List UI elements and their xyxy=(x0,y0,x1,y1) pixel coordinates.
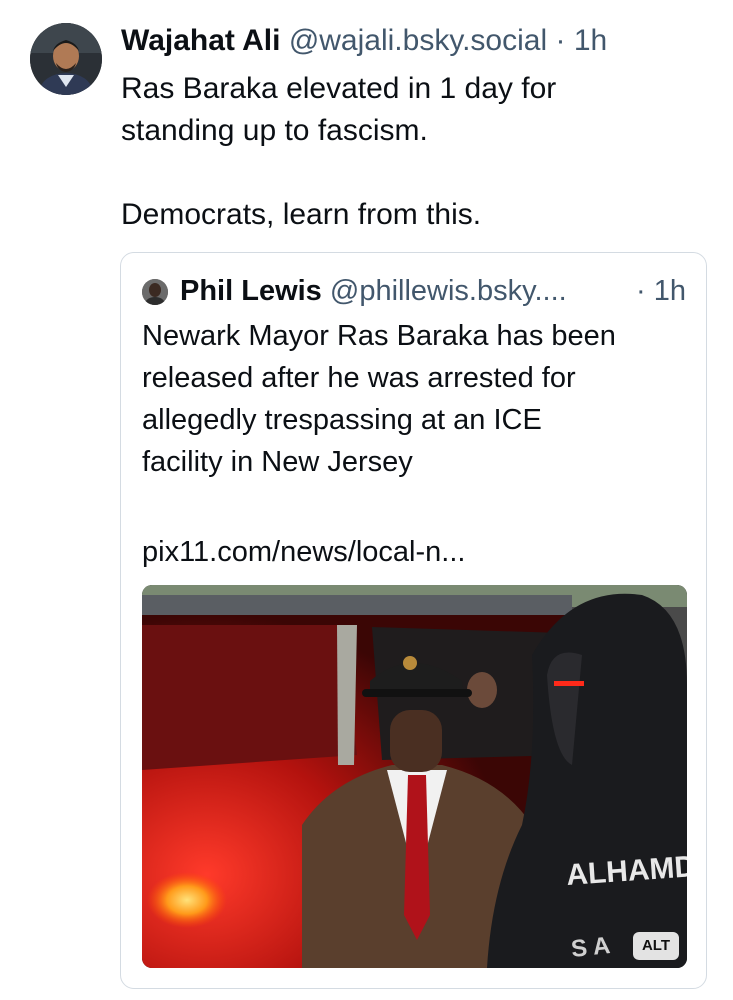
avatar-photo xyxy=(30,23,102,95)
separator-dot: · xyxy=(555,24,566,57)
author-avatar[interactable] xyxy=(30,23,102,95)
author-handle[interactable]: @wajali.bsky.social xyxy=(289,24,547,57)
author-name[interactable]: Wajahat Ali xyxy=(121,24,280,57)
post[interactable]: Wajahat Ali @wajali.bsky.social · 1h Ras… xyxy=(0,0,733,1000)
news-photo: ALHAMDU S A xyxy=(142,585,687,968)
quoted-post-link[interactable]: pix11.com/news/local-n... xyxy=(142,531,465,573)
sweatshirt-text-2: S A xyxy=(570,932,612,963)
alt-text-badge[interactable]: ALT xyxy=(632,932,679,960)
quoted-post-time: · 1h xyxy=(636,275,686,307)
post-text: Ras Baraka elevated in 1 day for standin… xyxy=(121,72,557,231)
quoted-post-image[interactable]: ALHAMDU S A ALT xyxy=(142,585,687,968)
post-time[interactable]: 1h xyxy=(574,24,607,57)
quoted-author-avatar[interactable] xyxy=(142,279,168,305)
quoted-author-handle[interactable]: @phillewis.bsky.... xyxy=(330,275,567,307)
quoted-author-name[interactable]: Phil Lewis xyxy=(180,275,322,307)
quoted-post-header: Phil Lewis @phillewis.bsky.... xyxy=(180,273,567,309)
quoted-avatar-photo xyxy=(142,279,168,305)
post-header: Wajahat Ali @wajali.bsky.social · 1h xyxy=(121,22,607,60)
quoted-post-text: Newark Mayor Ras Baraka has been release… xyxy=(142,320,616,478)
quoted-post-card[interactable]: Phil Lewis @phillewis.bsky.... · 1h Newa… xyxy=(120,252,707,989)
